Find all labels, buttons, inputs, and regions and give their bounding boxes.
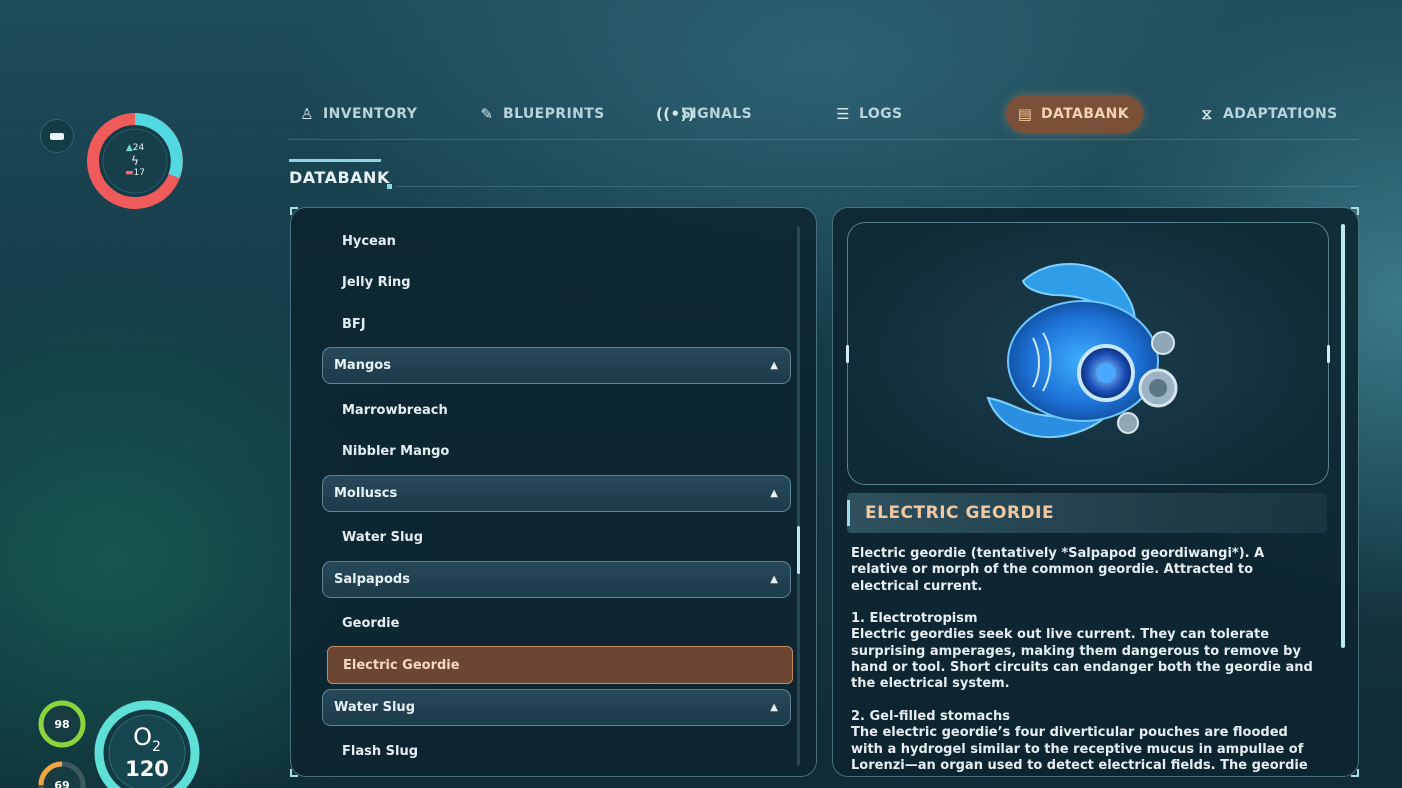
electric-geordie-illustration bbox=[986, 263, 1178, 439]
category-label: Water Slug bbox=[334, 700, 415, 715]
category-header-mangos[interactable]: Mangos ▲ bbox=[322, 347, 791, 384]
list-item[interactable]: BFJ bbox=[342, 307, 366, 341]
tab-logs-label: LOGS bbox=[859, 106, 903, 122]
entry-section-2-heading: 2. Gel-filled stomachs bbox=[851, 708, 1010, 724]
list-item-label: Water Slug bbox=[342, 529, 423, 545]
oxygen-value: 120 bbox=[125, 757, 169, 782]
list-item-label: Marrowbreach bbox=[342, 402, 448, 418]
chevron-up-icon: ▲ bbox=[770, 574, 778, 585]
frame-corner bbox=[290, 207, 298, 215]
temp-up-arrow-icon: ▲ bbox=[125, 143, 133, 153]
health-value: 98 bbox=[54, 717, 70, 731]
list-scrollbar-track[interactable] bbox=[797, 226, 800, 766]
chevron-up-icon: ▲ bbox=[770, 360, 778, 371]
category-header-salpapods[interactable]: Salpapods ▲ bbox=[322, 561, 791, 598]
log-list-icon: ☰ bbox=[836, 105, 850, 123]
tab-adaptations[interactable]: ⧖ ADAPTATIONS bbox=[1198, 95, 1338, 133]
food-value: 69 bbox=[54, 778, 70, 788]
list-scrollbar-thumb[interactable] bbox=[797, 526, 800, 574]
entry-section-1-body: Electric geordies seek out live current.… bbox=[851, 627, 1313, 692]
tab-databank-label: DATABANK bbox=[1041, 106, 1129, 122]
tab-signals-label: SIGNALS bbox=[681, 106, 753, 122]
list-item-label: Flash Slug bbox=[342, 743, 419, 759]
list-item-selected[interactable]: Electric Geordie bbox=[327, 646, 793, 684]
list-item-label: Electric Geordie bbox=[343, 657, 460, 673]
diver-icon: ♙ bbox=[300, 105, 314, 123]
tab-blueprints-label: BLUEPRINTS bbox=[503, 106, 605, 122]
battery-icon bbox=[50, 132, 64, 140]
tab-signals[interactable]: ((•)) SIGNALS bbox=[656, 95, 752, 133]
section-dot bbox=[387, 184, 392, 189]
temperature-gauge: ▲24 ϟ ▬17 bbox=[86, 112, 184, 210]
category-header-water-slug[interactable]: Water Slug ▲ bbox=[322, 689, 791, 726]
list-item-label: Jelly Ring bbox=[342, 274, 411, 290]
list-item[interactable]: Marrowbreach bbox=[342, 393, 448, 427]
tab-adaptations-label: ADAPTATIONS bbox=[1223, 106, 1338, 122]
list-item-label: Nibbler Mango bbox=[342, 443, 450, 459]
tab-logs[interactable]: ☰ LOGS bbox=[834, 95, 903, 133]
tab-databank[interactable]: ▤ DATABANK bbox=[1006, 95, 1143, 133]
list-item[interactable]: Water Slug bbox=[342, 520, 423, 554]
section-title: DATABANK bbox=[289, 168, 390, 187]
image-frame-tick bbox=[846, 345, 849, 363]
category-label: Mangos bbox=[334, 358, 391, 373]
oxygen-gauge: O2 120 bbox=[92, 698, 202, 788]
entry-title-bar: ELECTRIC GEORDIE bbox=[847, 493, 1327, 533]
category-label: Salpapods bbox=[334, 572, 410, 587]
chevron-up-icon: ▲ bbox=[770, 488, 778, 499]
list-item-label: Hycean bbox=[342, 233, 396, 249]
category-label: Molluscs bbox=[334, 486, 398, 501]
entry-title: ELECTRIC GEORDIE bbox=[865, 503, 1055, 523]
entry-description: Electric geordie (tentatively *Salpapod … bbox=[851, 546, 1321, 774]
tab-inventory-label: INVENTORY bbox=[323, 106, 418, 122]
list-item[interactable]: Flash Slug bbox=[342, 734, 418, 768]
list-item-label: BFJ bbox=[342, 316, 366, 332]
oxygen-subscript: 2 bbox=[151, 738, 161, 755]
title-accent bbox=[847, 500, 850, 526]
section-accent-line bbox=[289, 159, 381, 162]
section-divider bbox=[395, 186, 1358, 187]
tab-blueprints[interactable]: ✎ BLUEPRINTS bbox=[478, 95, 605, 133]
databank-detail-panel: ELECTRIC GEORDIE Electric geordie (tenta… bbox=[832, 207, 1359, 777]
signal-antenna-icon: ((•)) bbox=[656, 105, 696, 123]
entry-intro: Electric geordie (tentatively *Salpapod … bbox=[851, 546, 1265, 594]
health-gauge: 98 bbox=[37, 699, 87, 749]
list-item[interactable]: Jelly Ring bbox=[342, 265, 411, 299]
databank-icon: ▤ bbox=[1017, 105, 1033, 123]
chevron-up-icon: ▲ bbox=[770, 702, 778, 713]
creature-image-frame bbox=[846, 222, 1330, 485]
detail-scrollbar[interactable] bbox=[1341, 224, 1345, 648]
temp-down-value: 17 bbox=[133, 168, 145, 178]
entry-section-2-body: The electric geordie’s four diverticular… bbox=[851, 725, 1308, 773]
list-item[interactable]: Hycean bbox=[342, 224, 396, 258]
image-frame-tick bbox=[1327, 345, 1330, 363]
list-item-label: Geordie bbox=[342, 615, 400, 631]
battery-indicator-button[interactable] bbox=[40, 119, 74, 153]
list-item[interactable]: Geordie bbox=[342, 606, 399, 640]
temp-up-value: 24 bbox=[132, 143, 145, 153]
databank-list-panel: Hycean Jelly Ring BFJ Mangos ▲ Marrowbre… bbox=[290, 207, 817, 777]
oxygen-label: O bbox=[133, 722, 152, 751]
tab-bar: ♙ INVENTORY ✎ BLUEPRINTS ((•)) SIGNALS ☰… bbox=[288, 90, 1358, 140]
frame-corner bbox=[290, 769, 298, 777]
temp-down-arrow-icon: ▬ bbox=[125, 168, 134, 178]
list-item[interactable]: Nibbler Mango bbox=[342, 434, 449, 468]
blueprint-edit-icon: ✎ bbox=[480, 105, 494, 123]
category-header-molluscs[interactable]: Molluscs ▲ bbox=[322, 475, 791, 512]
entry-section-1-heading: 1. Electrotropism bbox=[851, 611, 978, 627]
food-gauge: 69 bbox=[37, 760, 87, 788]
tab-inventory[interactable]: ♙ INVENTORY bbox=[298, 95, 417, 133]
dna-icon: ⧖ bbox=[1201, 105, 1213, 123]
lightning-icon: ϟ bbox=[131, 154, 139, 168]
